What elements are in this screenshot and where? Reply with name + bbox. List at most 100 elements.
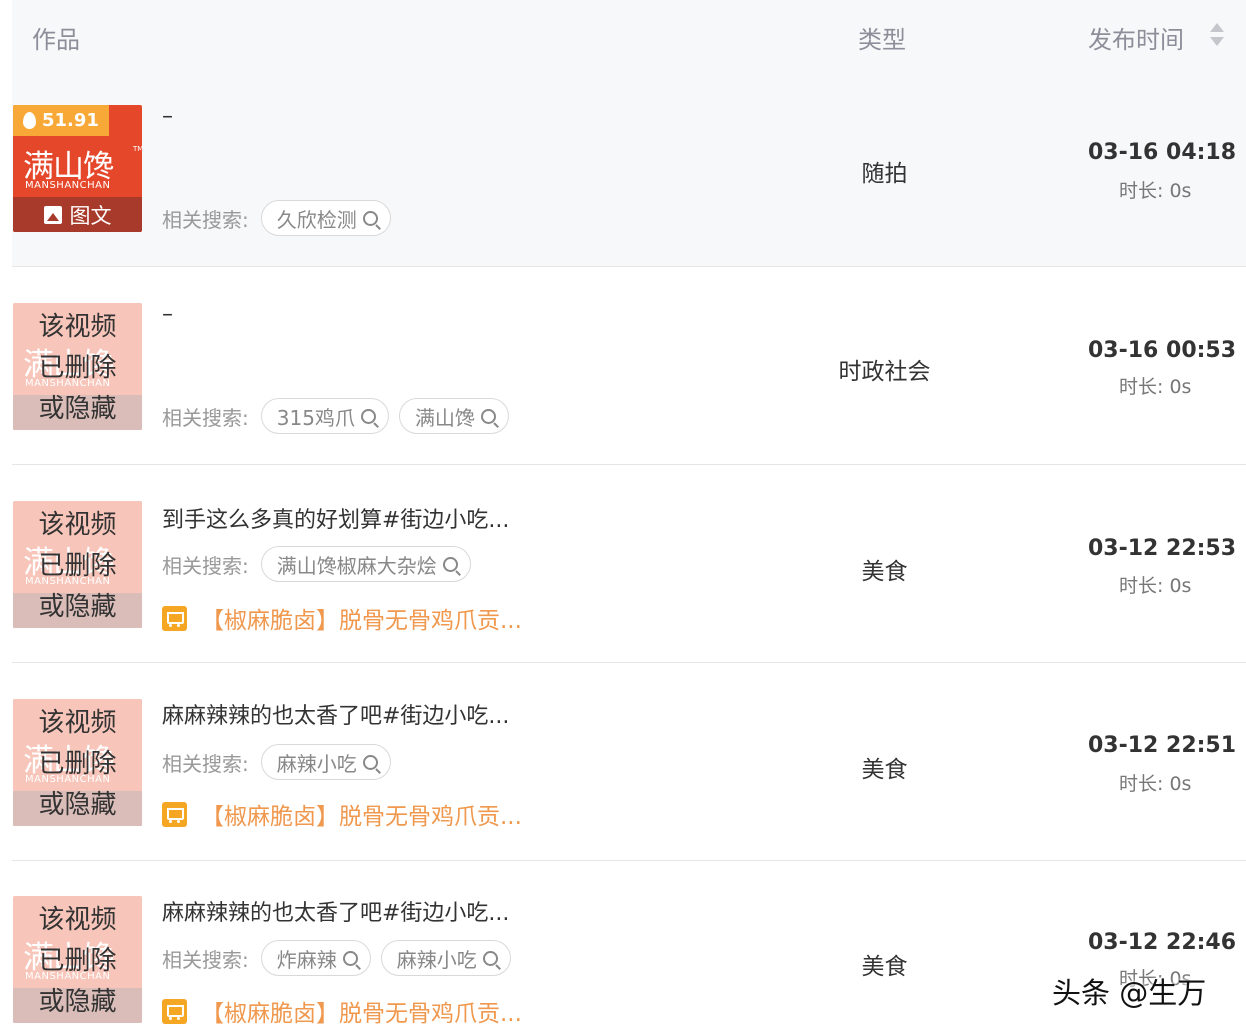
product-name[interactable]: 【椒麻脆卤】脱骨无骨鸡爪贡... xyxy=(201,601,522,635)
work-title[interactable]: – xyxy=(162,302,173,327)
search-chip[interactable]: 315鸡爪 xyxy=(260,398,389,434)
search-chip[interactable]: 麻辣小吃 xyxy=(260,744,391,780)
duration: 时长: 0s xyxy=(1119,773,1192,795)
watermark: 头条 @生万 xyxy=(1052,976,1207,1010)
deleted-notice-line: 或隐藏 xyxy=(38,987,117,1017)
search-chip-label: 麻辣小吃 xyxy=(396,947,477,972)
deleted-notice-line: 或隐藏 xyxy=(38,790,117,820)
publish-date: 03-12 22:46 xyxy=(1088,930,1237,955)
row-divider xyxy=(12,266,1246,267)
duration: 时长: 0s xyxy=(1119,376,1192,398)
search-icon xyxy=(482,950,498,966)
search-chip-label: 满山馋椒麻大杂烩 xyxy=(276,553,437,578)
linked-product[interactable]: 【椒麻脆卤】脱骨无骨鸡爪贡... xyxy=(162,601,522,635)
column-header-publish-time[interactable]: 发布时间 xyxy=(1088,20,1184,55)
related-search-label: 相关搜索: xyxy=(162,947,249,972)
deleted-notice: 该视频 已删除 或隐藏 xyxy=(13,900,142,1023)
related-search: 相关搜索: 炸麻辣 麻辣小吃 xyxy=(162,940,511,976)
work-title[interactable]: 麻麻辣辣的也太香了吧#街边小吃... xyxy=(162,895,509,927)
flame-icon xyxy=(23,112,36,129)
publish-date: 03-16 04:18 xyxy=(1088,140,1237,165)
search-chip[interactable]: 满山馋 xyxy=(398,398,509,434)
deleted-notice-line: 该视频 xyxy=(38,905,117,935)
deleted-notice-line: 已删除 xyxy=(38,749,117,779)
work-thumbnail[interactable]: 满山馋 MANSHANCHAN 该视频 已删除 或隐藏 xyxy=(13,501,142,628)
publish-date: 03-12 22:53 xyxy=(1088,536,1237,561)
works-table: 作品 类型 发布时间 满山馋 TM MANSHANCHAN 51.91 图文 –… xyxy=(0,0,1246,1036)
table-row[interactable]: 满山馋 TM MANSHANCHAN 51.91 图文 – 相关搜索: 久欣检测… xyxy=(12,70,1246,267)
product-name[interactable]: 【椒麻脆卤】脱骨无骨鸡爪贡... xyxy=(201,797,522,831)
publish-date: 03-12 22:51 xyxy=(1088,733,1237,758)
related-search-label: 相关搜索: xyxy=(162,751,249,776)
deleted-notice-line: 已删除 xyxy=(38,353,117,383)
column-header-work: 作品 xyxy=(32,26,80,54)
image-icon xyxy=(43,205,62,224)
work-type: 随拍 xyxy=(861,161,908,187)
column-header-type: 类型 xyxy=(858,26,906,54)
work-type: 美食 xyxy=(861,559,908,585)
search-icon xyxy=(442,556,458,572)
linked-product[interactable]: 【椒麻脆卤】脱骨无骨鸡爪贡... xyxy=(162,797,522,831)
related-search: 相关搜索: 麻辣小吃 xyxy=(162,744,391,780)
cart-icon xyxy=(162,998,187,1024)
related-search: 相关搜索: 315鸡爪 满山馋 xyxy=(162,398,509,434)
search-icon xyxy=(360,408,376,424)
work-thumbnail[interactable]: 满山馋 TM MANSHANCHAN 51.91 图文 xyxy=(13,105,142,232)
heat-value: 51.91 xyxy=(42,110,99,131)
brand-logo-en: MANSHANCHAN xyxy=(25,180,111,191)
table-row[interactable]: 满山馋 MANSHANCHAN 该视频 已删除 或隐藏 麻麻辣辣的也太香了吧#街… xyxy=(12,664,1246,861)
search-icon xyxy=(362,754,378,770)
cart-icon xyxy=(162,605,187,631)
search-chip[interactable]: 久欣检测 xyxy=(260,200,391,236)
related-search: 相关搜索: 满山馋椒麻大杂烩 xyxy=(162,546,471,582)
product-name[interactable]: 【椒麻脆卤】脱骨无骨鸡爪贡... xyxy=(201,994,522,1028)
work-title[interactable]: – xyxy=(162,104,173,129)
deleted-notice-line: 或隐藏 xyxy=(38,394,117,424)
deleted-notice-line: 已删除 xyxy=(38,946,117,976)
work-thumbnail[interactable]: 满山馋 MANSHANCHAN 该视频 已删除 或隐藏 xyxy=(13,303,142,430)
search-chip-label: 麻辣小吃 xyxy=(276,751,357,776)
row-divider xyxy=(12,464,1246,465)
deleted-notice: 该视频 已删除 或隐藏 xyxy=(13,505,142,628)
work-thumbnail[interactable]: 满山馋 MANSHANCHAN 该视频 已删除 或隐藏 xyxy=(13,896,142,1023)
work-thumbnail[interactable]: 满山馋 MANSHANCHAN 该视频 已删除 或隐藏 xyxy=(13,699,142,826)
search-icon xyxy=(342,950,358,966)
heat-badge: 51.91 xyxy=(13,105,109,136)
work-title[interactable]: 麻麻辣辣的也太香了吧#街边小吃... xyxy=(162,698,509,730)
image-text-label: 图文 xyxy=(69,203,112,228)
trademark-mark: TM xyxy=(133,145,142,153)
deleted-notice: 该视频 已删除 或隐藏 xyxy=(13,703,142,826)
related-search-label: 相关搜索: xyxy=(162,405,249,430)
deleted-notice: 该视频 已删除 或隐藏 xyxy=(13,307,142,430)
cart-icon xyxy=(162,801,187,827)
publish-date: 03-16 00:53 xyxy=(1088,338,1237,363)
table-header: 作品 类型 发布时间 xyxy=(12,0,1246,70)
work-type: 美食 xyxy=(861,954,908,980)
search-chip[interactable]: 麻辣小吃 xyxy=(380,940,511,976)
work-title[interactable]: 到手这么多真的好划算#街边小吃... xyxy=(162,502,509,534)
deleted-notice-line: 或隐藏 xyxy=(38,592,117,622)
row-divider xyxy=(12,662,1246,663)
search-chip[interactable]: 满山馋椒麻大杂烩 xyxy=(260,546,471,582)
work-type: 时政社会 xyxy=(838,359,931,385)
deleted-notice-line: 已删除 xyxy=(38,551,117,581)
related-search-label: 相关搜索: xyxy=(162,553,249,578)
linked-product[interactable]: 【椒麻脆卤】脱骨无骨鸡爪贡... xyxy=(162,994,522,1028)
deleted-notice-line: 该视频 xyxy=(38,312,117,342)
search-chip-label: 315鸡爪 xyxy=(276,405,355,430)
sort-icon[interactable] xyxy=(1210,23,1224,49)
related-search-label: 相关搜索: xyxy=(162,207,249,232)
search-chip[interactable]: 炸麻辣 xyxy=(260,940,371,976)
search-chip-label: 久欣检测 xyxy=(276,207,357,232)
related-search: 相关搜索: 久欣检测 xyxy=(162,200,391,236)
deleted-notice-line: 该视频 xyxy=(38,510,117,540)
image-text-tag: 图文 xyxy=(13,197,142,232)
table-row[interactable]: 满山馋 MANSHANCHAN 该视频 已删除 或隐藏 – 相关搜索: 315鸡… xyxy=(12,268,1246,465)
search-icon xyxy=(362,210,378,226)
search-chip-label: 炸麻辣 xyxy=(276,947,337,972)
work-type: 美食 xyxy=(861,757,908,783)
search-icon xyxy=(480,408,496,424)
search-chip-label: 满山馋 xyxy=(414,405,475,430)
table-row[interactable]: 满山馋 MANSHANCHAN 该视频 已删除 或隐藏 到手这么多真的好划算#街… xyxy=(12,466,1246,663)
duration: 时长: 0s xyxy=(1119,575,1192,597)
